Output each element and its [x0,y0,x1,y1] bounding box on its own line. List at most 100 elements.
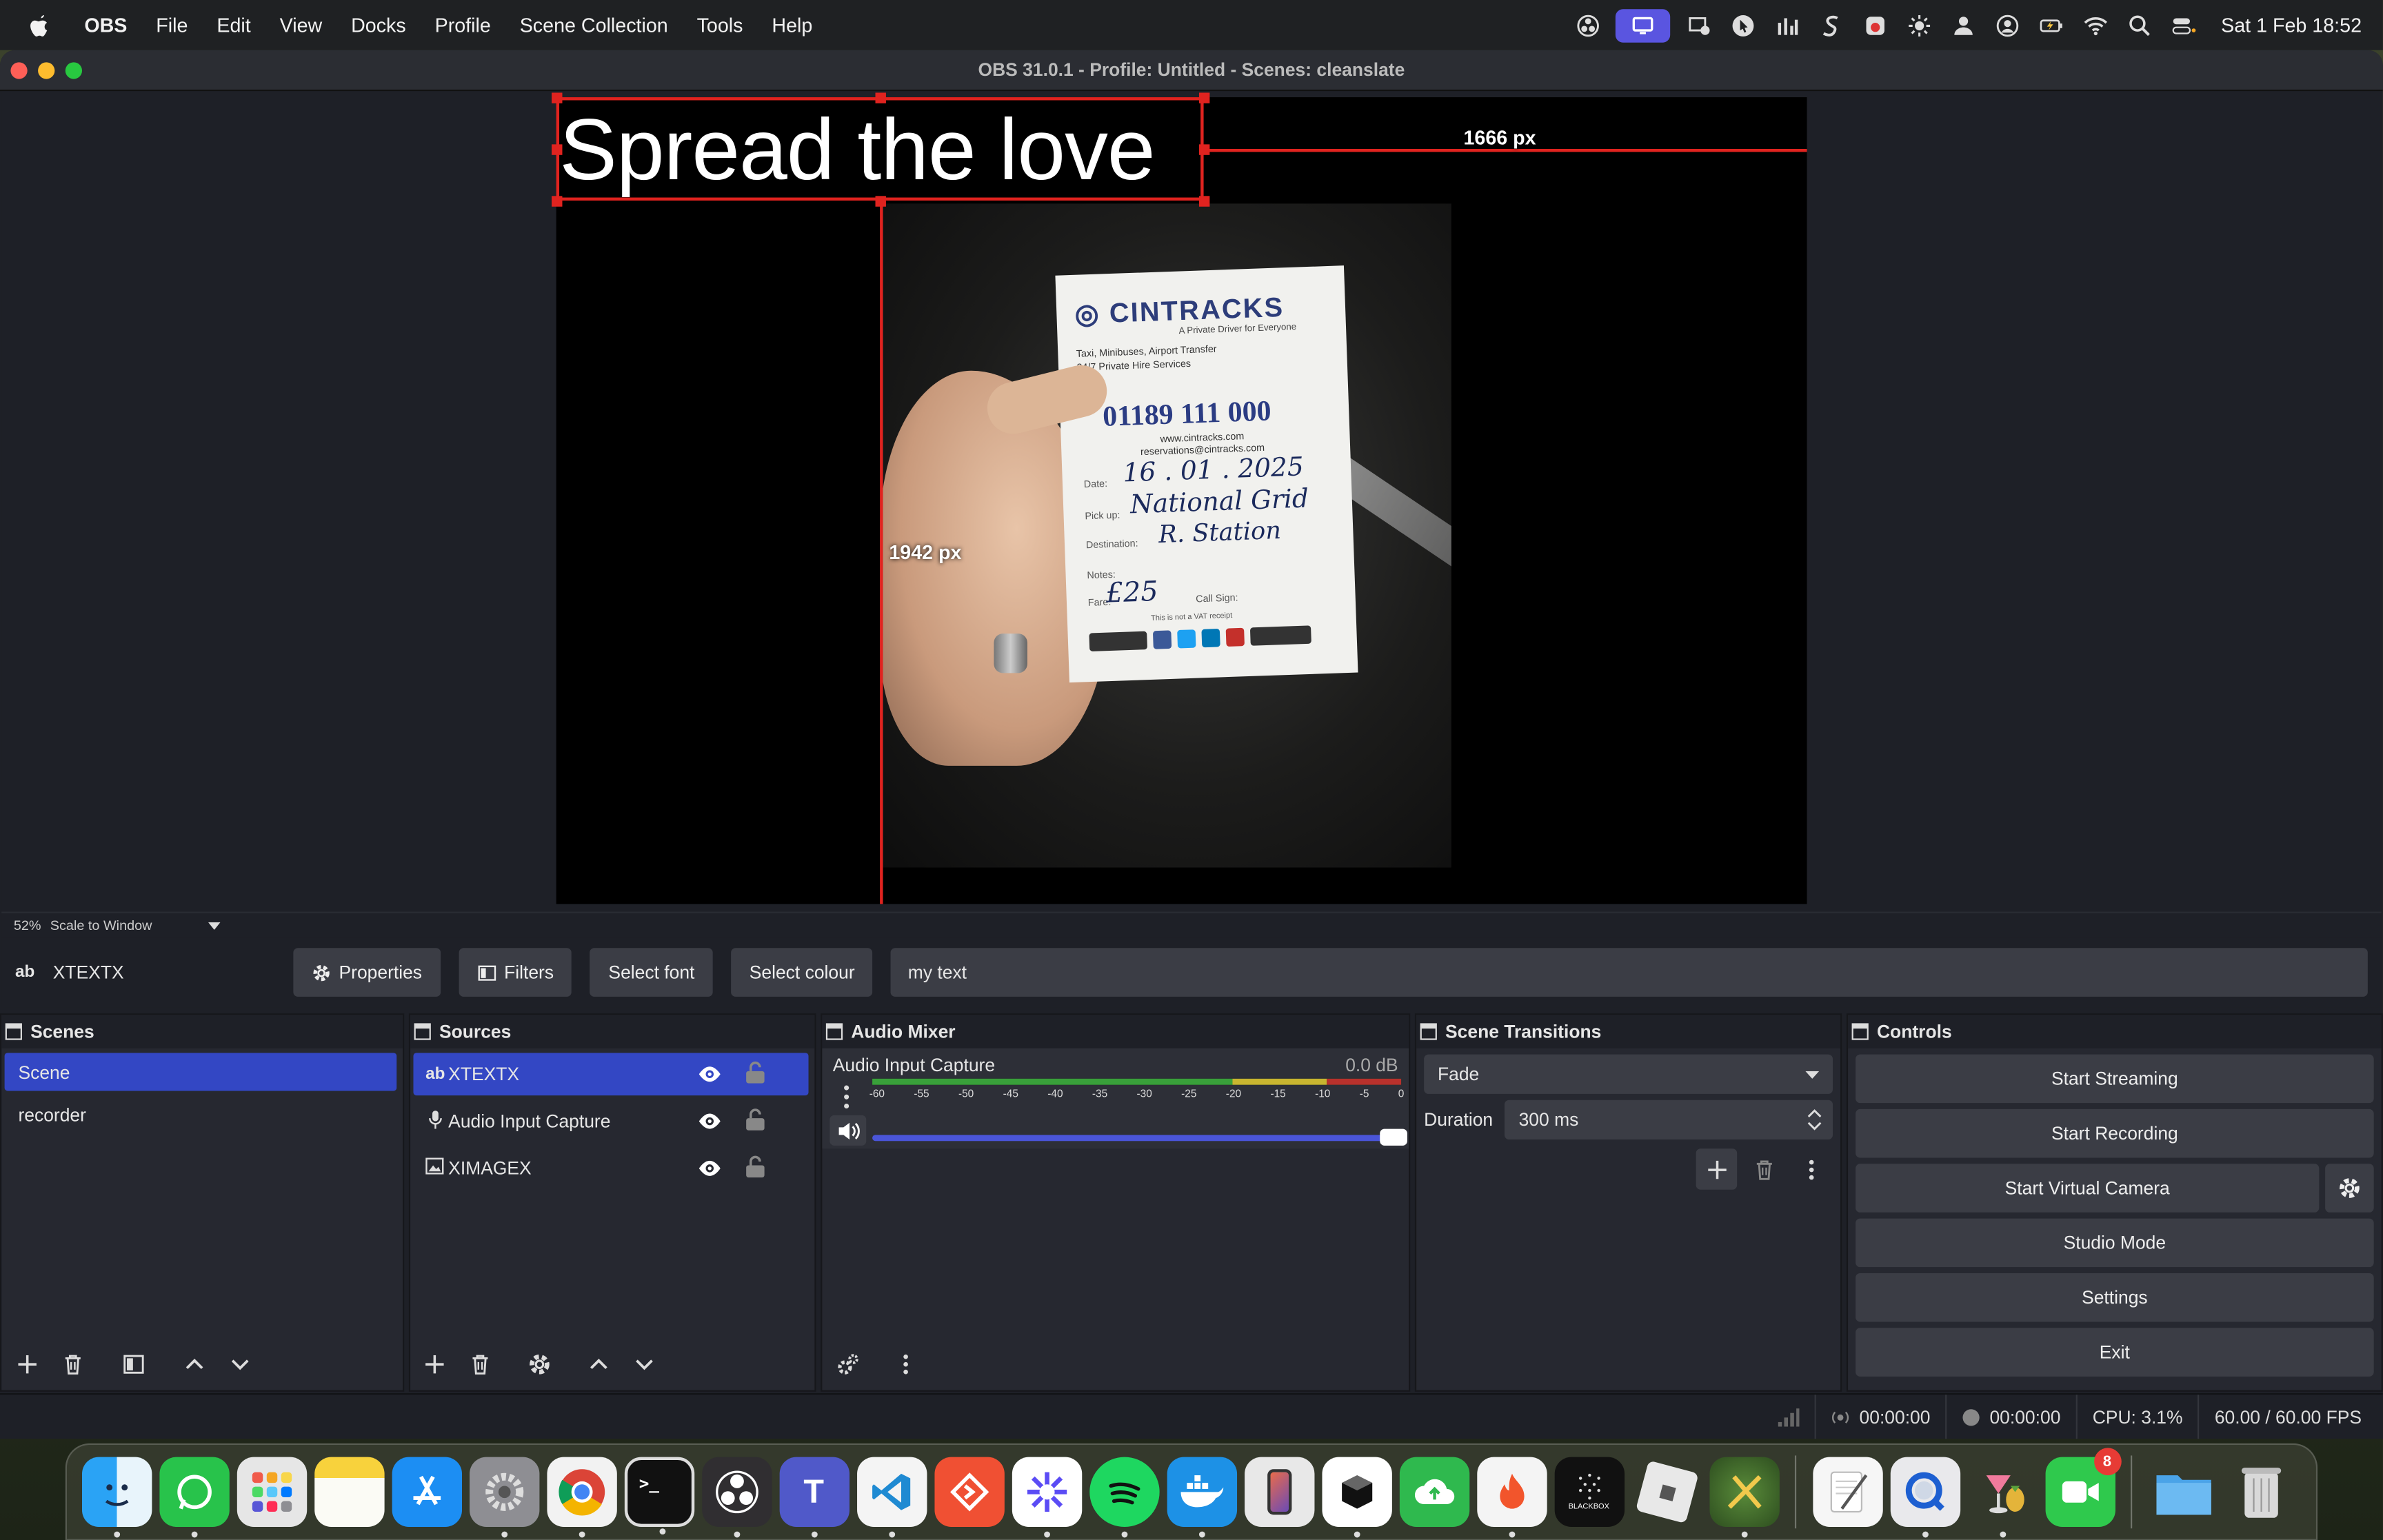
textedit-app-icon[interactable] [1812,1457,1882,1528]
menu-file[interactable]: File [141,14,202,37]
minimize-window-button[interactable] [38,62,55,79]
scene-item[interactable]: Scene [4,1053,397,1091]
add-source-button[interactable] [412,1345,457,1384]
obs-app-icon[interactable] [701,1457,772,1538]
script-icon[interactable] [1809,0,1853,50]
menubar-clock[interactable]: Sat 1 Feb 18:52 [2206,14,2383,37]
launchpad-app-icon[interactable] [236,1457,307,1528]
app-store-app-icon[interactable] [391,1457,461,1528]
visibility-eye-icon[interactable] [698,1109,722,1133]
chrome-app-icon[interactable] [546,1457,616,1538]
facetime-app-icon[interactable]: 8 [2044,1448,2121,1528]
menu-help[interactable]: Help [757,14,827,37]
transition-select[interactable]: Fade [1424,1054,1833,1094]
menu-tools[interactable]: Tools [683,14,758,37]
exit-button[interactable]: Exit [1856,1328,2374,1377]
notes-app-icon[interactable] [314,1457,384,1528]
globe-app-icon[interactable] [1709,1457,1779,1538]
move-source-up-button[interactable] [576,1345,621,1384]
brightness-icon[interactable] [1898,0,1942,50]
docker-app-icon[interactable] [1166,1457,1236,1538]
advanced-audio-properties-button[interactable] [825,1345,871,1384]
start-recording-button[interactable]: Start Recording [1856,1108,2374,1158]
resize-handle-tl[interactable] [552,92,563,103]
remove-source-button[interactable] [457,1345,503,1384]
channel-menu-icon[interactable] [843,1085,849,1109]
quicktime-app-icon[interactable] [1889,1457,1960,1538]
source-item-ximagex[interactable]: XIMAGEX [413,1147,808,1190]
resize-handle-br[interactable] [1198,196,1210,207]
text-source-xtextx[interactable]: Spread the love [552,92,1210,207]
scene-filters-button[interactable] [111,1345,157,1384]
preview-area[interactable]: ◎ CINTRACKS A Private Driver for Everyon… [1,91,2382,912]
blackbox-app-icon[interactable]: BLACKBOX [1554,1457,1624,1528]
virtual-camera-settings-button[interactable] [2325,1164,2374,1213]
selection-box[interactable] [556,97,1204,201]
text-content-field[interactable]: my text [891,948,2368,997]
add-transition-button[interactable] [1696,1148,1738,1190]
screen-share-icon[interactable] [1616,8,1671,42]
settings-button[interactable]: Settings [1856,1273,2374,1322]
display-settings-icon[interactable] [1677,0,1721,50]
perplexity-app-icon[interactable] [1011,1457,1082,1538]
volume-slider[interactable] [872,1128,1407,1146]
spotlight-search-icon[interactable] [2118,0,2162,50]
start-streaming-button[interactable]: Start Streaming [1856,1054,2374,1104]
iphone-mirroring-app-icon[interactable] [1243,1457,1314,1528]
image-source-ximagex[interactable]: ◎ CINTRACKS A Private Driver for Everyon… [880,203,1451,868]
move-source-down-button[interactable] [621,1345,667,1384]
studio-mode-button[interactable]: Studio Mode [1856,1218,2374,1268]
account-icon[interactable] [1985,0,2029,50]
cursor-app-icon[interactable] [1721,0,1765,50]
source-item-xtextx[interactable]: ab XTEXTX [413,1053,809,1096]
menu-docks[interactable]: Docks [336,14,420,37]
control-center-icon[interactable] [2162,0,2206,50]
volume-slider-knob[interactable] [1380,1128,1407,1146]
wifi-icon[interactable] [2073,0,2118,50]
user-icon[interactable] [1942,0,1986,50]
stats-icon[interactable] [1765,0,1809,50]
mute-button[interactable] [829,1115,867,1146]
select-font-button[interactable]: Select font [590,948,713,997]
whatsapp-app-icon[interactable] [159,1457,229,1538]
downloads-folder-icon[interactable] [2148,1457,2218,1527]
vscode-app-icon[interactable] [856,1457,927,1538]
cube-app-icon[interactable] [1321,1457,1391,1538]
resize-handle-l[interactable] [552,144,563,155]
record-tray-icon[interactable] [1853,0,1898,50]
menu-app-name[interactable]: OBS [70,14,141,37]
obs-tray-icon[interactable] [1566,0,1610,50]
properties-button[interactable]: Properties [293,948,441,997]
battery-icon[interactable] [2029,0,2073,50]
roblox-app-icon[interactable] [1631,1457,1701,1527]
menu-edit[interactable]: Edit [202,14,265,37]
stepper-icon[interactable] [1807,1108,1822,1132]
scene-item[interactable]: recorder [5,1095,397,1133]
lock-open-icon[interactable] [745,1155,766,1179]
system-settings-app-icon[interactable] [468,1457,539,1538]
terminal-app-icon[interactable]: >_ [623,1457,694,1535]
add-scene-button[interactable] [5,1345,50,1384]
resize-handle-tr[interactable] [1198,92,1210,103]
git-client-app-icon[interactable] [934,1457,1004,1528]
source-properties-button[interactable] [516,1345,562,1384]
menu-view[interactable]: View [265,14,336,37]
duration-spinbox[interactable]: 300 ms [1505,1100,1833,1139]
visibility-eye-icon[interactable] [698,1062,722,1086]
remove-scene-button[interactable] [50,1345,96,1384]
resize-handle-bl[interactable] [552,196,563,207]
remove-transition-button[interactable] [1743,1148,1784,1190]
lock-open-icon[interactable] [745,1060,766,1084]
close-window-button[interactable] [10,62,28,79]
trash-dock-icon[interactable] [2226,1457,2295,1527]
start-virtual-camera-button[interactable]: Start Virtual Camera [1856,1164,2320,1213]
apple-logo-icon[interactable] [28,13,52,37]
lock-open-icon[interactable] [745,1108,766,1132]
move-scene-down-button[interactable] [217,1345,263,1384]
filters-button[interactable]: Filters [458,948,572,997]
resize-handle-t[interactable] [875,92,886,103]
spotify-app-icon[interactable] [1089,1457,1159,1538]
source-item-audio-input-capture[interactable]: Audio Input Capture [413,1100,808,1143]
transition-menu-button[interactable] [1790,1148,1831,1190]
finder-app-icon[interactable] [81,1457,152,1538]
